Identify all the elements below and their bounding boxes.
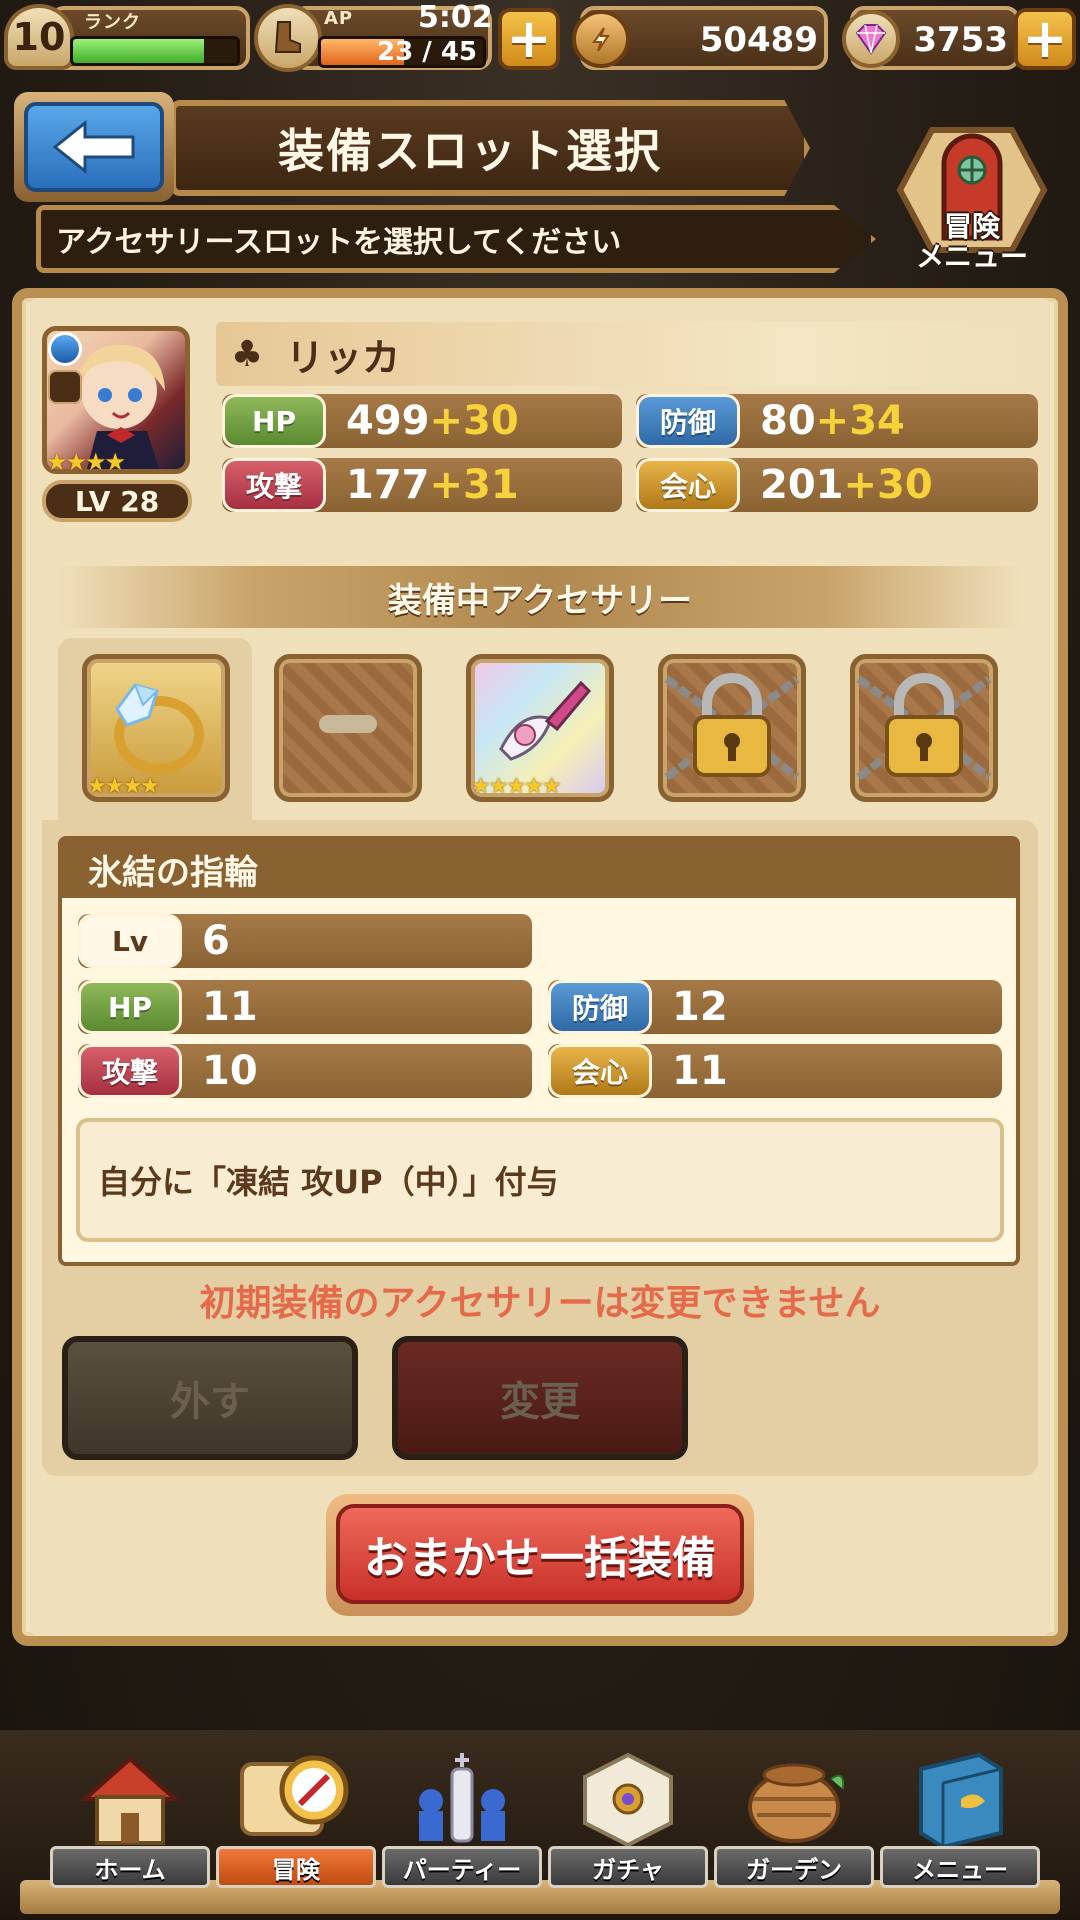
nav-adventure-label: 冒険	[216, 1846, 376, 1888]
back-arrow-icon	[24, 102, 164, 192]
stat-tag-def: 防御	[636, 394, 740, 448]
adventure-menu-button[interactable]: 冒険 メニュー	[892, 120, 1052, 280]
weapon-type-icon	[48, 370, 82, 404]
stat-tag-atk: 攻撃	[222, 458, 326, 512]
character-level: LV 28	[42, 480, 192, 522]
char-stat-atk: 攻撃 177 +31	[222, 458, 622, 512]
detail-tag-atk: 攻撃	[78, 1044, 182, 1098]
detail-tag-crit: 会心	[548, 1044, 652, 1098]
stat-value-crit: 201 +30	[760, 462, 933, 508]
coin-count: 50489	[699, 20, 818, 60]
detail-lv-value: 6	[202, 918, 230, 964]
char-stat-crit: 会心 201 +30	[636, 458, 1038, 512]
detail-hp-value: 11	[202, 984, 258, 1030]
change-button[interactable]: 変更	[392, 1336, 688, 1460]
nav-garden[interactable]: ガーデン	[714, 1740, 874, 1910]
element-badge-icon	[48, 332, 82, 366]
auto-equip-button[interactable]: おまかせ一括装備	[336, 1504, 744, 1604]
accessory-slot-5-locked[interactable]	[850, 654, 998, 802]
nav-menu-label: メニュー	[880, 1846, 1040, 1888]
gem-plus-button[interactable]: +	[1014, 8, 1076, 70]
nav-garden-label: ガーデン	[714, 1846, 874, 1888]
nav-party[interactable]: パーティー	[382, 1740, 542, 1910]
accessory-name: 氷結の指輪	[62, 840, 1016, 898]
accessory-slot-2[interactable]	[274, 654, 422, 802]
detail-stat-def: 防御 12	[548, 980, 1002, 1034]
detail-tag-def: 防御	[548, 980, 652, 1034]
padlock-icon	[664, 673, 800, 781]
rank-label: ランク	[84, 12, 141, 33]
gem-count: 3753	[913, 20, 1008, 60]
char-stat-hp: HP 499 +30	[222, 394, 622, 448]
nav-gacha-label: ガチャ	[548, 1846, 708, 1888]
emblem-icon: ♣	[230, 333, 264, 375]
coin-icon	[572, 10, 630, 68]
stat-tag-hp: HP	[222, 394, 326, 448]
compass-map-icon	[236, 1744, 356, 1854]
character-stars: ★★★★	[46, 448, 126, 476]
page-title: 装備スロット選択	[278, 124, 662, 178]
accessory-slot-4-locked[interactable]	[658, 654, 806, 802]
nav-adventure[interactable]: 冒険	[216, 1740, 376, 1910]
back-button[interactable]	[14, 92, 174, 202]
detail-crit-value: 11	[672, 1048, 728, 1094]
nav-menu[interactable]: メニュー	[880, 1740, 1040, 1910]
gem-icon	[842, 10, 900, 68]
char-stat-def: 防御 80 +34	[636, 394, 1038, 448]
adventure-menu-label: 冒険 メニュー	[915, 210, 1028, 273]
change-warning: 初期装備のアクセサリーは変更できません	[199, 1283, 881, 1324]
stat-tag-lv: Lv	[78, 914, 182, 968]
padlock-icon	[856, 673, 992, 781]
screen: 10 ランク AP 5:02 23 / 45 + 50489 3753 + 装備…	[0, 0, 1080, 1920]
detail-def-value: 12	[672, 984, 728, 1030]
basket-icon	[734, 1744, 854, 1854]
nav-home[interactable]: ホーム	[50, 1740, 210, 1910]
detail-atk-value: 10	[202, 1048, 258, 1094]
book-icon	[900, 1744, 1020, 1854]
equipped-section-title: 装備中アクセサリー	[60, 566, 1020, 628]
rank-level-badge: 10	[4, 4, 74, 70]
slot-3-stars: ★★★★★	[471, 774, 562, 799]
detail-stat-crit: 会心 11	[548, 1044, 1002, 1098]
nav-gacha[interactable]: ガチャ	[548, 1740, 708, 1910]
nav-home-label: ホーム	[50, 1846, 210, 1888]
accessory-slot-1[interactable]: ★★★★	[82, 654, 230, 802]
rank-exp-fill	[73, 39, 205, 63]
accessory-slot-3[interactable]: ★★★★★	[466, 654, 614, 802]
detail-stat-lv: Lv 6	[78, 914, 532, 968]
character-name: リッカ	[286, 335, 401, 380]
instruction-text: アクセサリースロットを選択してください	[56, 225, 622, 260]
house-icon	[70, 1744, 190, 1854]
stat-tag-crit: 会心	[636, 458, 740, 512]
remove-button[interactable]: 外す	[62, 1336, 358, 1460]
boot-icon	[254, 4, 322, 72]
stat-value-atk: 177 +31	[346, 462, 519, 508]
detail-stat-hp: HP 11	[78, 980, 532, 1034]
gacha-cube-icon	[568, 1744, 688, 1854]
ap-value: 23 / 45	[377, 37, 477, 67]
nav-party-label: パーティー	[382, 1846, 542, 1888]
detail-tag-hp: HP	[78, 980, 182, 1034]
stat-value-def: 80 +34	[760, 398, 905, 444]
ap-label: AP	[324, 8, 354, 29]
empty-slot-icon	[319, 715, 377, 733]
ap-bar: 23 / 45	[318, 36, 486, 68]
detail-stat-atk: 攻撃 10	[78, 1044, 532, 1098]
ap-timer: 5:02	[418, 0, 493, 35]
stat-value-hp: 499 +30	[346, 398, 519, 444]
chess-pieces-icon	[402, 1744, 522, 1854]
rank-exp-bar	[70, 36, 240, 66]
slot-1-stars: ★★★★	[87, 774, 160, 799]
ap-plus-button[interactable]: +	[498, 8, 560, 70]
accessory-description: 自分に「凍結 攻UP（中）」付与	[76, 1118, 1004, 1242]
